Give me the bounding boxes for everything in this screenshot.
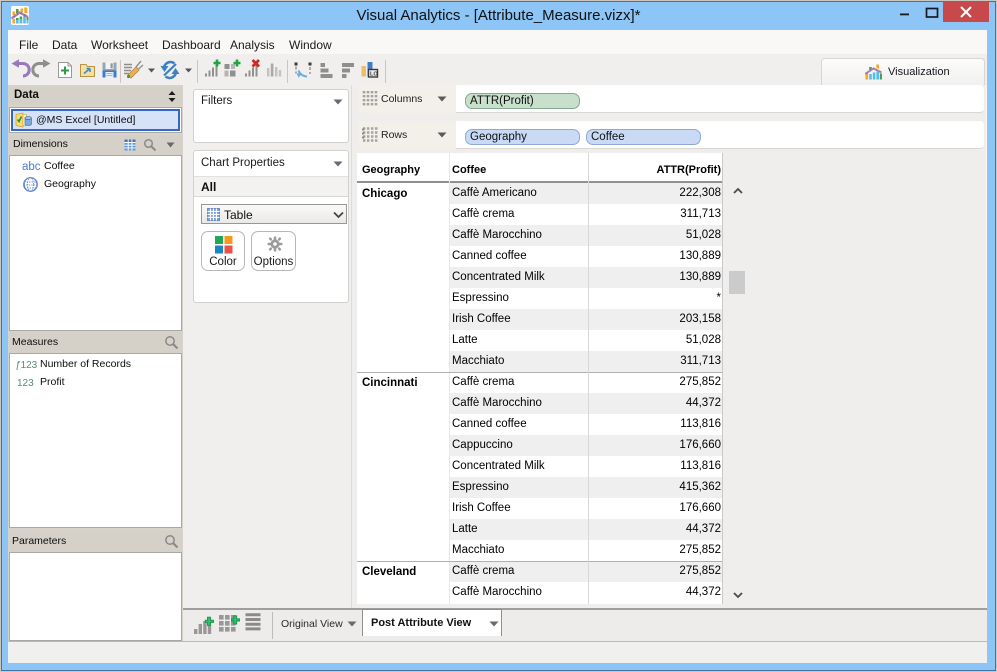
svg-text:LO: LO <box>370 72 378 78</box>
